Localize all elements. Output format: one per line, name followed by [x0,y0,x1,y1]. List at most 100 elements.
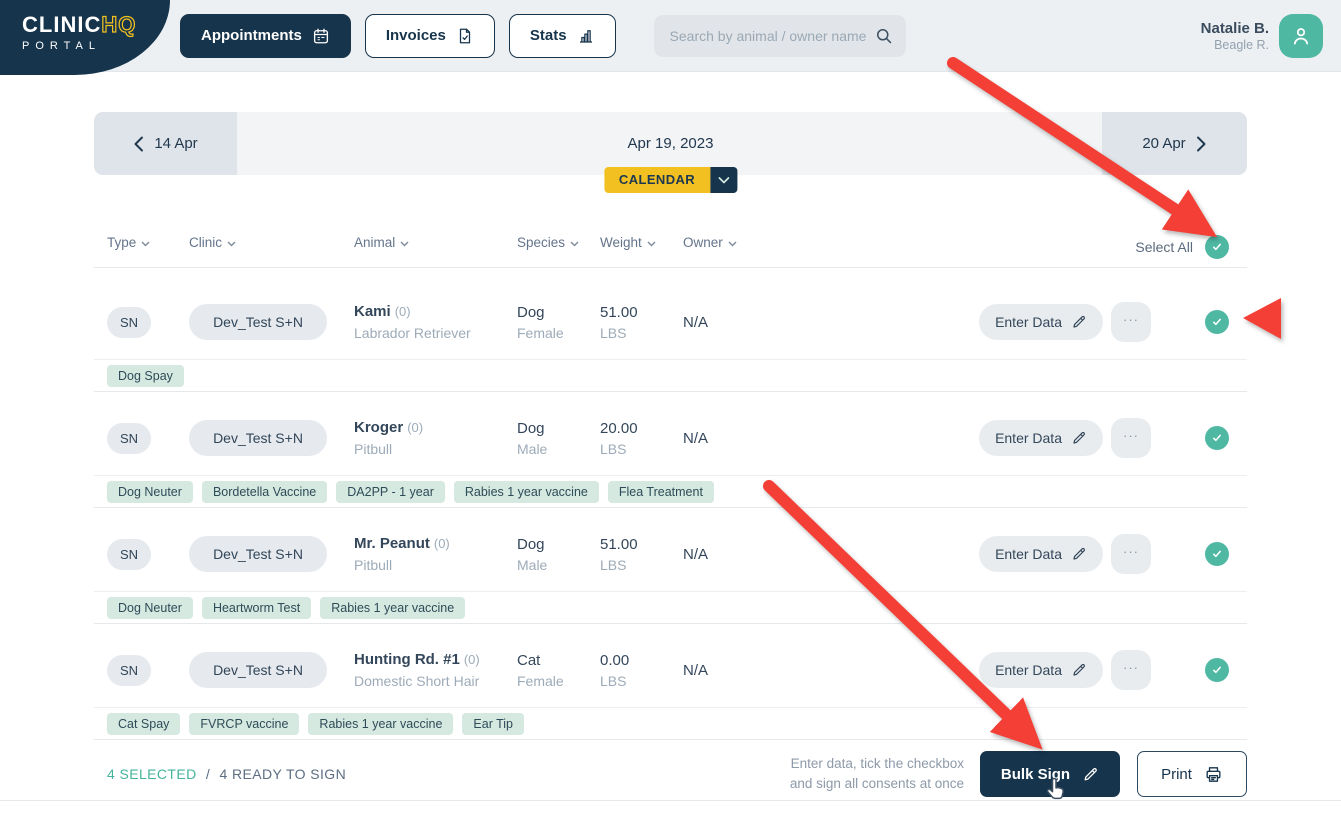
row-checkbox[interactable] [1205,426,1229,450]
user-name: Natalie B. [1201,20,1269,37]
enter-data-button[interactable]: Enter Data [979,304,1103,340]
column-header-clinic[interactable]: Clinic [189,235,354,250]
enter-data-label: Enter Data [995,662,1062,678]
animal-cell: Hunting Rd. #1(0) Domestic Short Hair [354,651,517,689]
sort-chevron-icon [570,241,579,247]
nav-stats-label: Stats [530,27,567,44]
search-icon [874,26,894,46]
animal-name: Hunting Rd. #1 [354,651,460,668]
animal-cell: Kami(0) Labrador Retriever [354,303,517,341]
bar-chart-icon [577,27,595,45]
chevron-left-icon [133,136,144,152]
search-input[interactable] [654,15,906,57]
bulk-sign-hint: Enter data, tick the checkbox and sign a… [790,754,964,793]
prev-day-button[interactable]: 14 Apr [94,112,237,175]
column-header-animal[interactable]: Animal [354,235,517,250]
appointment-type-badge: SN [107,423,151,454]
service-tag: Rabies 1 year vaccine [308,713,453,735]
check-icon [1210,315,1224,329]
appointment-type-badge: SN [107,539,151,570]
service-tag: Rabies 1 year vaccine [320,597,465,619]
species-cell: Dog Male [517,420,600,457]
enter-data-button[interactable]: Enter Data [979,652,1103,688]
check-icon [1210,240,1224,254]
nav-invoices-button[interactable]: Invoices [365,14,495,58]
service-tag: Dog Neuter [107,481,193,503]
service-tag: Dog Neuter [107,597,193,619]
pencil-icon [1082,766,1099,783]
weight-unit: LBS [600,557,683,573]
column-header-species[interactable]: Species [517,235,600,250]
sort-chevron-icon [728,241,737,247]
main-content: 14 Apr Apr 19, 2023 20 Apr CALENDAR Type… [94,112,1247,800]
table-row: SN Dev_Test S+N Mr. Peanut(0) Pitbull Do… [94,517,1247,624]
weight-value: 0.00 [600,652,683,669]
enter-data-button[interactable]: Enter Data [979,536,1103,572]
row-more-button[interactable]: ··· [1111,418,1151,458]
sort-chevron-icon [227,241,236,247]
main-nav: Appointments Invoices Stats [180,14,616,58]
row-checkbox[interactable] [1205,658,1229,682]
row-more-button[interactable]: ··· [1111,650,1151,690]
nav-appointments-button[interactable]: Appointments [180,14,351,58]
appointment-type-badge: SN [107,655,151,686]
calendar-dropdown[interactable]: CALENDAR [604,167,737,193]
check-icon [1210,547,1224,561]
column-header-owner[interactable]: Owner [683,235,1135,250]
owner-value: N/A [683,430,979,447]
animal-name: Kami [354,303,391,320]
user-info: Natalie B. Beagle R. [1201,20,1269,52]
footer-actions: Enter data, tick the checkbox and sign a… [790,751,1247,797]
animal-cell: Mr. Peanut(0) Pitbull [354,535,517,573]
row-actions: Enter Data ··· [979,650,1229,690]
nav-stats-button[interactable]: Stats [509,14,616,58]
select-all-container: Select All [1135,235,1229,259]
column-header-weight[interactable]: Weight [600,235,683,250]
animal-name: Kroger [354,419,403,436]
row-checkbox[interactable] [1205,310,1229,334]
avatar[interactable] [1279,14,1323,58]
calendar-dropdown-toggle[interactable] [710,167,737,193]
next-day-button[interactable]: 20 Apr [1102,112,1247,175]
service-tags-row: Dog Neuter Heartworm Test Rabies 1 year va… [94,591,1247,624]
enter-data-label: Enter Data [995,314,1062,330]
clinic-badge: Dev_Test S+N [189,536,327,572]
animal-breed: Pitbull [354,557,517,573]
row-checkbox[interactable] [1205,542,1229,566]
nav-invoices-label: Invoices [386,27,446,44]
species-value: Dog [517,304,600,321]
row-more-button[interactable]: ··· [1111,302,1151,342]
species-cell: Dog Male [517,536,600,573]
pencil-icon [1071,546,1087,562]
sort-chevron-icon [141,241,150,247]
print-button[interactable]: Print [1137,751,1247,797]
row-more-button[interactable]: ··· [1111,534,1151,574]
enter-data-button[interactable]: Enter Data [979,420,1103,456]
annotation-triangle-row-checkbox [1243,298,1281,339]
calendar-dropdown-label: CALENDAR [604,167,710,193]
service-tag: Cat Spay [107,713,180,735]
weight-cell: 20.00 LBS [600,420,683,457]
ready-count: 4 READY TO SIGN [219,766,346,782]
service-tags-row: Cat SpayFVRCP vaccineRabies 1 year vacci… [94,707,1247,740]
sex-value: Female [517,325,600,341]
weight-cell: 0.00 LBS [600,652,683,689]
service-tag: Ear Tip [462,713,524,735]
sex-value: Female [517,673,600,689]
invoice-document-icon [456,27,474,45]
user-menu[interactable]: Natalie B. Beagle R. [1201,14,1323,58]
species-cell: Dog Female [517,304,600,341]
owner-value: N/A [683,546,979,563]
service-tag: Heartworm Test [202,597,311,619]
column-headers: Type Clinic Animal Species Weight Owner … [94,235,1247,268]
service-tag: Flea Treatment [608,481,714,503]
column-header-type[interactable]: Type [107,235,189,250]
nav-appointments-label: Appointments [201,27,302,44]
weight-unit: LBS [600,441,683,457]
animal-cell: Kroger(0) Pitbull [354,419,517,457]
bulk-sign-button[interactable]: Bulk Sign [980,751,1120,797]
selection-summary: 4 SELECTED / 4 READY TO SIGN [94,766,346,782]
species-value: Dog [517,420,600,437]
select-all-checkbox[interactable] [1205,235,1229,259]
owner-value: N/A [683,314,979,331]
